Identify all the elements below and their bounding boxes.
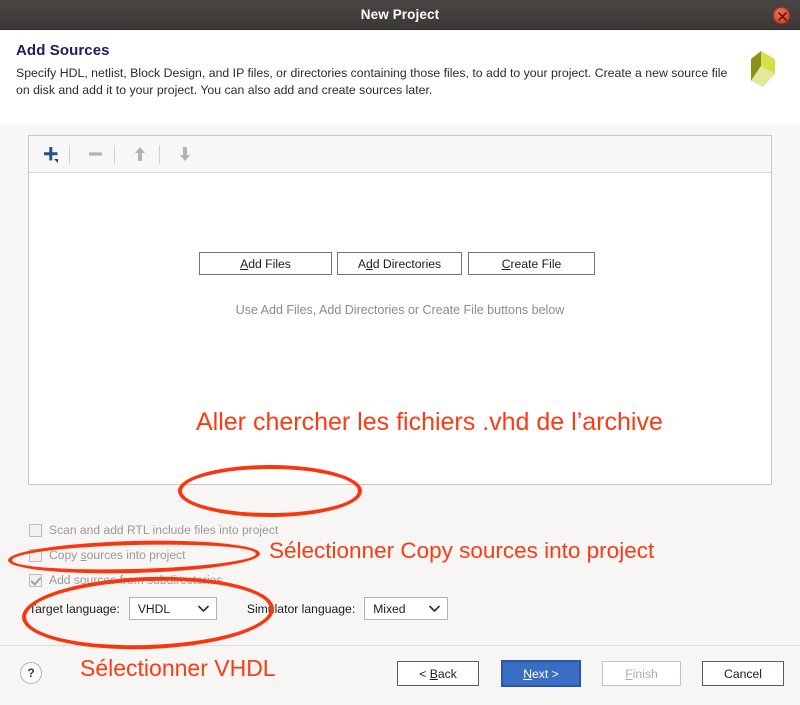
chevron-down-icon [429,605,441,612]
create-file-button[interactable]: Create File [468,252,595,275]
add-subdirectories-checkbox[interactable] [29,573,42,587]
toolbar-separator-1 [69,144,70,164]
copy-sources-checkbox-row[interactable]: Copy sources into project [29,548,185,562]
xilinx-logo-icon [751,51,775,87]
simulator-language-value: Mixed [373,601,406,616]
window-title: New Project [360,7,440,22]
add-files-button[interactable]: Add Files [199,252,332,275]
dialog-header: Add Sources Specify HDL, netlist, Block … [0,30,800,125]
chevron-down-icon [197,605,209,612]
minus-icon [80,139,110,169]
add-directories-button[interactable]: Add Directories [337,252,462,275]
question-mark-icon[interactable]: ? [20,662,42,684]
scan-rtl-include-checkbox-row[interactable]: Scan and add RTL include files into proj… [29,523,278,537]
copy-sources-label: Copy sources into project [49,548,186,562]
back-button[interactable]: < Back [397,661,479,686]
finish-button: Finish [602,661,681,686]
arrow-up-glyph [135,147,145,161]
plus-icon[interactable] [35,139,65,169]
target-language-label: Target language: [29,601,120,616]
close-icon[interactable] [773,7,790,24]
next-button[interactable]: Next > [501,660,581,687]
source-list-panel: Use Add Files, Add Directories or Create… [28,135,772,485]
empty-list-hint: Use Add Files, Add Directories or Create… [235,303,565,317]
arrow-up-icon [125,139,155,169]
arrow-down-icon [170,139,200,169]
toolbar-separator-3 [159,144,160,164]
toolbar-separator-2 [114,144,115,164]
scan-rtl-include-checkbox[interactable] [29,523,42,537]
target-language-value: VHDL [137,601,171,616]
plus-glyph [44,147,58,163]
add-subdirectories-label: Add sources from subdirectories [49,573,223,587]
page-title: Add Sources [16,42,110,59]
new-project-dialog: New Project Add Sources Specify HDL, net… [0,0,800,705]
minus-glyph [89,152,102,156]
title-bar: New Project [0,0,800,30]
source-toolbar [29,136,771,173]
add-subdirectories-checkbox-row[interactable]: Add sources from subdirectories [29,573,222,587]
close-x-glyph [778,12,787,21]
arrow-down-glyph [180,147,190,161]
language-options-row: Target language: VHDL Simulator language… [29,597,449,620]
target-language-dropdown[interactable]: VHDL [128,597,217,620]
simulator-language-label: Simulator language: [246,601,356,616]
copy-sources-checkbox[interactable] [29,548,42,562]
simulator-language-dropdown[interactable]: Mixed [364,597,449,620]
page-description: Specify HDL, netlist, Block Design, and … [16,66,728,97]
dialog-body: Use Add Files, Add Directories or Create… [0,125,800,645]
dialog-footer: ? < Back Next > Finish Cancel [0,646,800,705]
cancel-button[interactable]: Cancel [702,661,784,686]
scan-rtl-include-label: Scan and add RTL include files into proj… [49,523,279,537]
